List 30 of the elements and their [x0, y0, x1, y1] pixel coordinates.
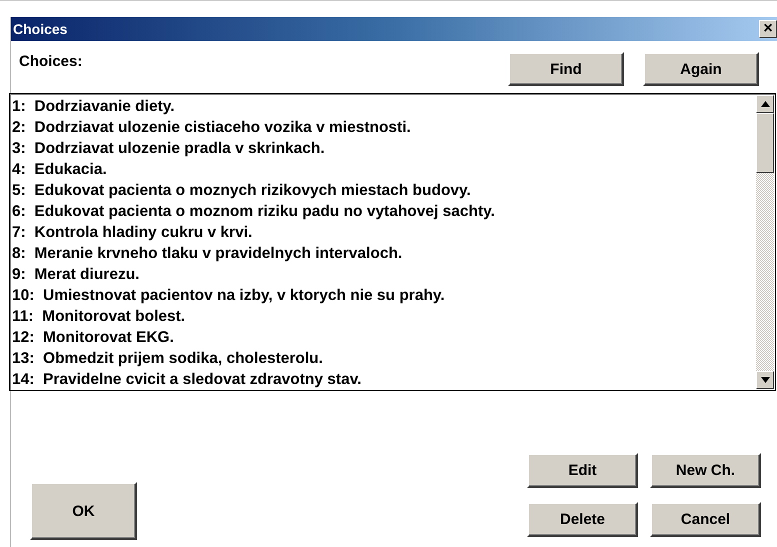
list-item[interactable]: 5: Edukovat pacienta o moznych rizikovych miestach budovy. — [12, 180, 756, 201]
list-item[interactable]: 8: Meranie krvneho tlaku v pravidelnych intervaloch. — [12, 243, 756, 264]
close-button[interactable]: × — [759, 20, 777, 38]
list-item[interactable]: 7: Kontrola hladiny cukru v krvi. — [12, 222, 756, 243]
toolbar-button[interactable]: Again — [643, 52, 759, 86]
action-button[interactable]: Delete — [527, 502, 638, 536]
list-item[interactable]: 11: Monitorovat bolest. — [12, 306, 756, 327]
list-item[interactable]: 14: Pravidelne cvicit a sledovat zdravotny stav. — [12, 369, 756, 390]
list-item[interactable]: 9: Merat diurezu. — [12, 264, 756, 285]
list-item[interactable]: 13: Obmedzit prijem sodika, cholesterolu. — [12, 348, 756, 369]
scroll-down-button[interactable] — [756, 371, 774, 389]
ok-button[interactable]: OK — [30, 482, 137, 540]
window-title: Choices — [12, 21, 68, 37]
action-button[interactable]: Edit — [527, 453, 638, 488]
scrollbar[interactable] — [756, 95, 774, 389]
scroll-up-button[interactable] — [756, 95, 774, 113]
toolbar-button[interactable]: Find — [508, 52, 624, 86]
list-item[interactable]: 1: Dodrziavanie diety. — [12, 96, 756, 117]
list-item[interactable]: 6: Edukovat pacienta o moznom riziku padu no vytahovej sachty. — [12, 201, 756, 222]
down-arrow-icon — [760, 377, 770, 383]
list-item[interactable]: 4: Edukacia. — [12, 159, 756, 180]
action-button[interactable]: New Ch. — [650, 453, 761, 488]
scroll-thumb[interactable] — [756, 113, 774, 173]
list-item[interactable]: 10: Umiestnovat pacientov na izby, v ktorych nie su prahy. — [12, 285, 756, 306]
list-item[interactable]: 3: Dodrziavat ulozenie pradla v skrinkach. — [12, 138, 756, 159]
up-arrow-icon — [760, 101, 770, 107]
list-item[interactable]: 2: Dodrziavat ulozenie cistiaceho vozika v miestnosti. — [12, 117, 756, 138]
action-button[interactable]: Cancel — [650, 502, 761, 536]
list-item[interactable]: 12: Monitorovat EKG. — [12, 327, 756, 348]
choices-label: Choices: — [19, 53, 82, 70]
